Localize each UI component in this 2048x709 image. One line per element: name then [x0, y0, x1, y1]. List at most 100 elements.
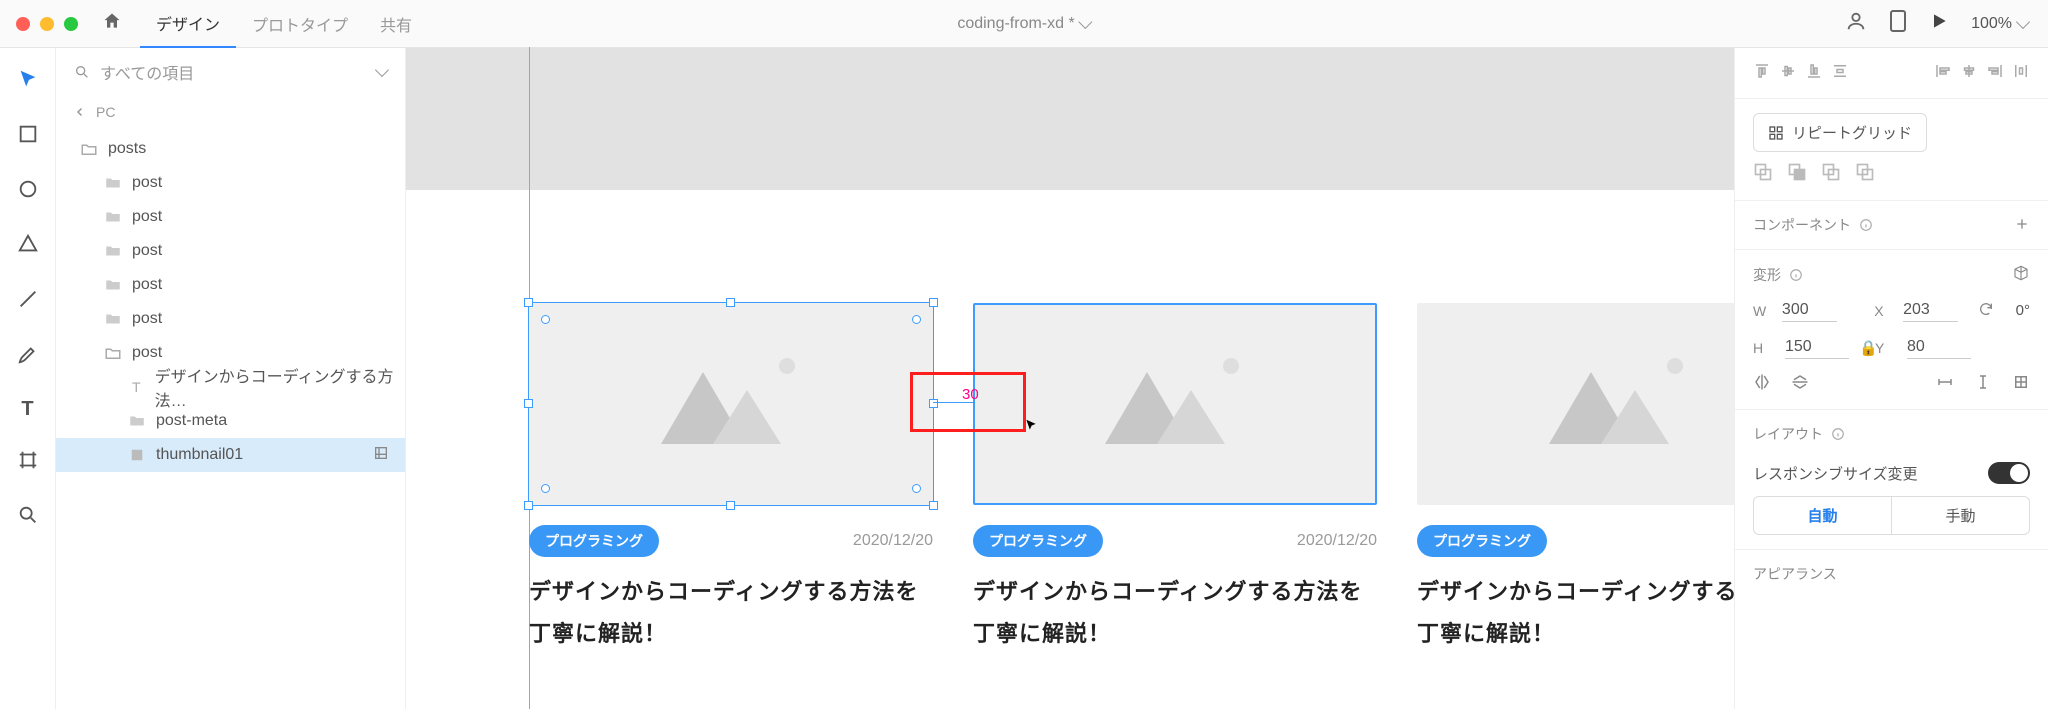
y-input[interactable]: 80: [1907, 336, 1971, 359]
close-window[interactable]: [16, 17, 30, 31]
folder-icon: [104, 174, 122, 192]
resize-handle[interactable]: [524, 399, 533, 408]
layer-folder-post[interactable]: post: [56, 268, 405, 302]
folder-open-icon: [80, 140, 98, 158]
info-icon[interactable]: [1859, 218, 1873, 232]
corner-radius-handle[interactable]: [912, 315, 921, 324]
doc-title-text: coding-from-xd *: [957, 15, 1074, 33]
chevron-down-icon: [1079, 14, 1093, 28]
layer-folder-post[interactable]: post: [56, 234, 405, 268]
tab-prototype[interactable]: プロトタイプ: [236, 0, 364, 48]
constraint-horizontal-icon[interactable]: [1936, 373, 1954, 395]
search-placeholder: すべての項目: [100, 60, 194, 84]
edit-icon[interactable]: [373, 445, 389, 466]
home-icon[interactable]: [102, 11, 122, 36]
rotation-input[interactable]: 0°: [2004, 302, 2030, 319]
canvas[interactable]: プログラミング 2020/12/20 デザインからコーディングする方法を丁寧に解…: [406, 48, 1734, 709]
layer-folder-posts[interactable]: posts: [56, 132, 405, 166]
thumbnail-placeholder[interactable]: [973, 303, 1377, 505]
maximize-window[interactable]: [64, 17, 78, 31]
resize-handle[interactable]: [524, 501, 533, 510]
constraint-vertical-icon[interactable]: [1974, 373, 1992, 395]
select-tool-icon[interactable]: [17, 68, 39, 95]
distribute-v-icon[interactable]: [1831, 62, 1849, 84]
artboard[interactable]: プログラミング 2020/12/20 デザインからコーディングする方法を丁寧に解…: [406, 190, 1734, 709]
layer-folder-post[interactable]: post: [56, 166, 405, 200]
resize-handle[interactable]: [929, 298, 938, 307]
boolean-intersect-icon[interactable]: [1821, 162, 1841, 186]
artboard-tool-icon[interactable]: [17, 449, 39, 476]
x-input[interactable]: 203: [1903, 299, 1958, 322]
constraint-all-icon[interactable]: [2012, 373, 2030, 395]
align-vcenter-icon[interactable]: [1779, 62, 1797, 84]
layer-text[interactable]: Tデザインからコーディングする方法…: [56, 370, 405, 404]
layer-thumbnail-selected[interactable]: thumbnail01: [56, 438, 405, 472]
ellipse-tool-icon[interactable]: [17, 178, 39, 205]
align-right-icon[interactable]: [1986, 62, 2004, 84]
text-tool-icon[interactable]: T: [21, 398, 33, 421]
height-input[interactable]: 150: [1785, 336, 1849, 359]
pen-tool-icon[interactable]: [17, 343, 39, 370]
flip-vertical-icon[interactable]: [1791, 373, 1809, 395]
resize-handle[interactable]: [929, 501, 938, 510]
align-top-icon[interactable]: [1753, 62, 1771, 84]
document-title[interactable]: coding-from-xd *: [957, 15, 1090, 33]
distribute-h-icon[interactable]: [2012, 62, 2030, 84]
polygon-tool-icon[interactable]: [17, 233, 39, 260]
align-hcenter-icon[interactable]: [1960, 62, 1978, 84]
responsive-toggle[interactable]: [1988, 462, 2030, 484]
rotate-icon[interactable]: [1978, 301, 1994, 321]
profile-icon[interactable]: [1845, 10, 1867, 37]
resize-handle[interactable]: [726, 298, 735, 307]
corner-radius-handle[interactable]: [541, 484, 550, 493]
corner-radius-handle[interactable]: [541, 315, 550, 324]
post-card-2[interactable]: プログラミング 2020/12/20 デザインからコーディングする方法を丁寧に解…: [973, 303, 1377, 655]
corner-radius-handle[interactable]: [912, 484, 921, 493]
rectangle-tool-icon[interactable]: [17, 123, 39, 150]
info-icon[interactable]: [1789, 268, 1803, 282]
tab-share[interactable]: 共有: [364, 0, 428, 48]
resize-auto[interactable]: 自動: [1754, 497, 1891, 534]
category-pill[interactable]: プログラミング: [973, 525, 1103, 557]
post-date: 2020/12/20: [853, 532, 933, 550]
section-label: レイアウト: [1753, 424, 1823, 444]
resize-mode-segmented[interactable]: 自動 手動: [1753, 496, 2030, 535]
align-bottom-icon[interactable]: [1805, 62, 1823, 84]
play-icon[interactable]: [1929, 11, 1949, 36]
selection-outline: [528, 302, 934, 506]
line-tool-icon[interactable]: [17, 288, 39, 315]
info-icon[interactable]: [1831, 427, 1845, 441]
layer-label: post: [132, 310, 162, 328]
resize-handle[interactable]: [524, 298, 533, 307]
zoom-level[interactable]: 100%: [1971, 15, 2028, 33]
flip-horizontal-icon[interactable]: [1753, 373, 1771, 395]
category-pill[interactable]: プログラミング: [529, 525, 659, 557]
responsive-resize-label: レスポンシブサイズ変更: [1753, 463, 1918, 484]
lock-aspect-icon[interactable]: 🔒: [1859, 339, 1865, 357]
resize-handle[interactable]: [726, 501, 735, 510]
boolean-exclude-icon[interactable]: [1855, 162, 1875, 186]
app-topbar: デザイン プロトタイプ 共有 coding-from-xd * 100%: [0, 0, 2048, 48]
layers-search[interactable]: すべての項目: [56, 48, 405, 96]
cube-3d-icon[interactable]: [2012, 264, 2030, 285]
layer-folder-post[interactable]: post: [56, 200, 405, 234]
x-label: X: [1874, 303, 1893, 319]
add-component-icon[interactable]: [2014, 216, 2030, 235]
height-label: H: [1753, 340, 1775, 356]
layer-folder-post[interactable]: post: [56, 302, 405, 336]
zoom-tool-icon[interactable]: [17, 504, 39, 531]
repeat-grid-button[interactable]: リピートグリッド: [1753, 113, 1927, 152]
resize-manual[interactable]: 手動: [1891, 497, 2029, 534]
tab-design[interactable]: デザイン: [140, 0, 236, 48]
layout-section-header: レイアウト: [1753, 424, 2030, 444]
boolean-subtract-icon[interactable]: [1787, 162, 1807, 186]
align-left-icon[interactable]: [1934, 62, 1952, 84]
width-input[interactable]: 300: [1782, 299, 1837, 322]
folder-icon: [128, 412, 146, 430]
device-preview-icon[interactable]: [1889, 9, 1907, 38]
minimize-window[interactable]: [40, 17, 54, 31]
layers-breadcrumb[interactable]: PC: [56, 96, 405, 132]
post-card-1[interactable]: プログラミング 2020/12/20 デザインからコーディングする方法を丁寧に解…: [529, 303, 933, 655]
category-pill[interactable]: プログラミング: [1417, 525, 1547, 557]
boolean-union-icon[interactable]: [1753, 162, 1773, 186]
